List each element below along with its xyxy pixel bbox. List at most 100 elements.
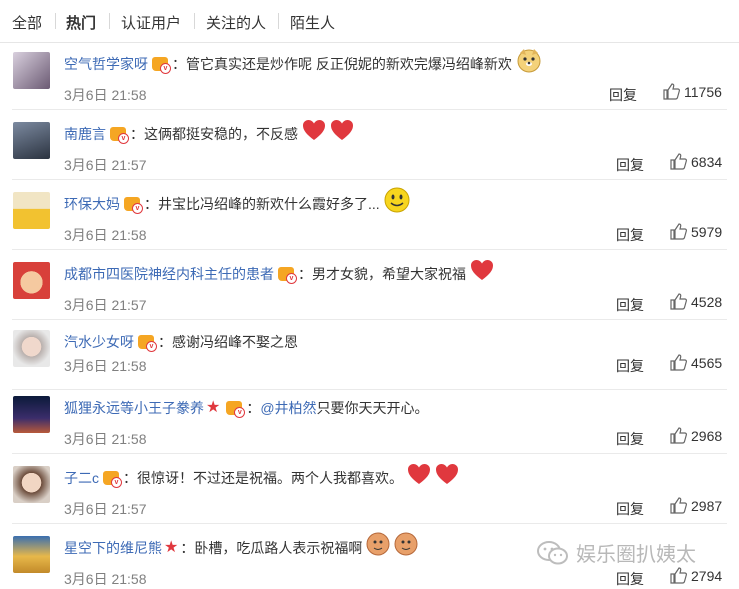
comment-item: 南鹿言 v ： 这俩都挺安稳的，不反感 3月6日 21:57 回复 6834 — [0, 110, 739, 180]
tab-divider — [55, 13, 56, 29]
comment-text: 感谢冯绍峰不娶之恩 — [172, 334, 298, 350]
comment-item: 子二c v ： 很惊讶！不过还是祝福。两个人我都喜欢。 3月6日 21:57 回… — [0, 454, 739, 524]
avatar[interactable] — [13, 52, 50, 89]
comment-colon: ： — [180, 540, 195, 556]
thumbs-up-icon — [663, 83, 680, 100]
tab-verified-users[interactable]: 认证用户 — [121, 12, 181, 33]
like-button[interactable]: 2794 — [670, 567, 722, 584]
comment-username[interactable]: 成都市四医院神经内科主任的患者 — [64, 260, 274, 288]
avatar[interactable] — [13, 396, 50, 433]
comment-item: 成都市四医院神经内科主任的患者 v ： 男才女貌，希望大家祝福 3月6日 21:… — [0, 250, 739, 320]
thumbs-up-icon — [670, 153, 687, 170]
comment-text: 男才女貌，希望大家祝福 — [312, 266, 466, 282]
tab-all[interactable]: 全部 — [12, 12, 42, 33]
vip-badge-icon: v — [123, 196, 143, 214]
avatar[interactable] — [13, 466, 50, 503]
vip-badge-icon: v — [277, 266, 297, 284]
comment-username[interactable]: 星空下的维尼熊 — [64, 534, 162, 562]
comment-time: 3月6日 21:58 — [64, 358, 147, 374]
like-count: 6834 — [691, 153, 723, 170]
like-button[interactable]: 5979 — [670, 223, 722, 240]
comment-text: 管它真实还是炒作呢 反正倪妮的新欢完爆冯绍峰新欢 — [186, 56, 512, 72]
comment-colon: ： — [158, 334, 172, 350]
clapping-emoji-icon — [394, 531, 418, 566]
reply-button[interactable]: 回复 — [616, 225, 644, 245]
star-badge-icon: ★ — [206, 399, 221, 416]
reply-button[interactable]: 回复 — [609, 85, 637, 105]
comment-item: 狐狸永远等小王子豢养 ★ v ： @井柏然 只要你天天开心。 3月6日 21:5… — [0, 384, 739, 454]
clapping-emoji-icon — [366, 531, 390, 566]
tab-divider — [109, 13, 110, 29]
thumbs-up-icon — [670, 427, 687, 444]
reply-button[interactable]: 回复 — [616, 569, 644, 589]
comment-time: 3月6日 21:57 — [64, 157, 147, 173]
comment-time: 3月6日 21:58 — [64, 431, 147, 447]
comment-text: 这俩都挺安稳的，不反感 — [144, 126, 298, 142]
comment-item: 环保大妈 v ： 井宝比冯绍峰的新欢什么霞好多了... 3月6日 21:58 回… — [0, 180, 739, 250]
thumbs-up-icon — [670, 567, 687, 584]
tab-divider — [194, 13, 195, 29]
like-button[interactable]: 2968 — [670, 427, 722, 444]
comment-text: 卧槽，吃瓜路人表示祝福啊 — [194, 540, 363, 556]
like-count: 2794 — [691, 567, 723, 584]
heart-emoji-icon — [407, 463, 431, 494]
comment-text: 很惊讶！不过还是祝福。两个人我都喜欢。 — [137, 470, 403, 486]
watermark-text: 娱乐圈扒姨太 — [576, 544, 696, 566]
heart-emoji-icon — [470, 259, 494, 290]
heart-emoji-icon — [435, 463, 459, 494]
like-button[interactable]: 4565 — [670, 354, 722, 371]
comment-text: 只要你天天开心。 — [316, 400, 429, 416]
reply-button[interactable]: 回复 — [616, 429, 644, 449]
vip-badge-icon: v — [109, 126, 129, 144]
like-button[interactable]: 11756 — [663, 83, 722, 100]
like-button[interactable]: 2987 — [670, 497, 722, 514]
like-button[interactable]: 6834 — [670, 153, 722, 170]
comment-time: 3月6日 21:57 — [64, 501, 147, 517]
comment-username[interactable]: 狐狸永远等小王子豢养 — [64, 394, 204, 422]
filter-tabs: 全部 热门 认证用户 关注的人 陌生人 — [0, 0, 739, 43]
thumbs-up-icon — [670, 497, 687, 514]
tab-following[interactable]: 关注的人 — [206, 12, 266, 33]
comment-colon: ： — [246, 400, 261, 416]
tab-hot[interactable]: 热门 — [66, 12, 96, 33]
avatar[interactable] — [13, 192, 50, 229]
comment-colon: ： — [172, 56, 186, 72]
comment-colon: ： — [298, 266, 312, 282]
like-count: 2987 — [691, 497, 723, 514]
wechat-icon — [537, 540, 568, 564]
like-button[interactable]: 4528 — [670, 293, 722, 310]
doge-emoji-icon — [516, 47, 542, 82]
comment-colon: ： — [123, 470, 137, 486]
tab-strangers[interactable]: 陌生人 — [290, 12, 335, 33]
like-count: 11756 — [684, 83, 722, 100]
reply-button[interactable]: 回复 — [616, 295, 644, 315]
comment-username[interactable]: 环保大妈 — [64, 190, 120, 218]
avatar[interactable] — [13, 330, 50, 367]
comment-time: 3月6日 21:58 — [64, 87, 147, 103]
avatar[interactable] — [13, 536, 50, 573]
comment-username[interactable]: 空气哲学家呀 — [64, 50, 148, 78]
thumbs-up-icon — [670, 354, 687, 371]
like-count: 2968 — [691, 427, 723, 444]
star-badge-icon: ★ — [164, 539, 179, 556]
like-count: 4528 — [691, 293, 723, 310]
reply-button[interactable]: 回复 — [616, 499, 644, 519]
comment-time: 3月6日 21:58 — [64, 571, 147, 587]
comment-colon: ： — [130, 126, 144, 142]
smile-emoji-icon — [384, 187, 410, 222]
comment-username[interactable]: 汽水少女呀 — [64, 328, 134, 356]
vip-badge-icon: v — [137, 334, 157, 352]
comment-username[interactable]: 子二c — [64, 464, 99, 492]
watermark: 娱乐圈扒姨太 — [536, 538, 696, 567]
reply-button[interactable]: 回复 — [616, 155, 644, 175]
avatar[interactable] — [13, 262, 50, 299]
mention-link[interactable]: @井柏然 — [260, 394, 316, 422]
vip-badge-icon: v — [151, 56, 171, 74]
reply-button[interactable]: 回复 — [616, 356, 644, 376]
avatar[interactable] — [13, 122, 50, 159]
vip-badge-icon: v — [102, 470, 122, 488]
comment-time: 3月6日 21:57 — [64, 297, 147, 313]
comment-colon: ： — [144, 196, 158, 212]
comment-username[interactable]: 南鹿言 — [64, 120, 106, 148]
tab-divider — [278, 13, 279, 29]
